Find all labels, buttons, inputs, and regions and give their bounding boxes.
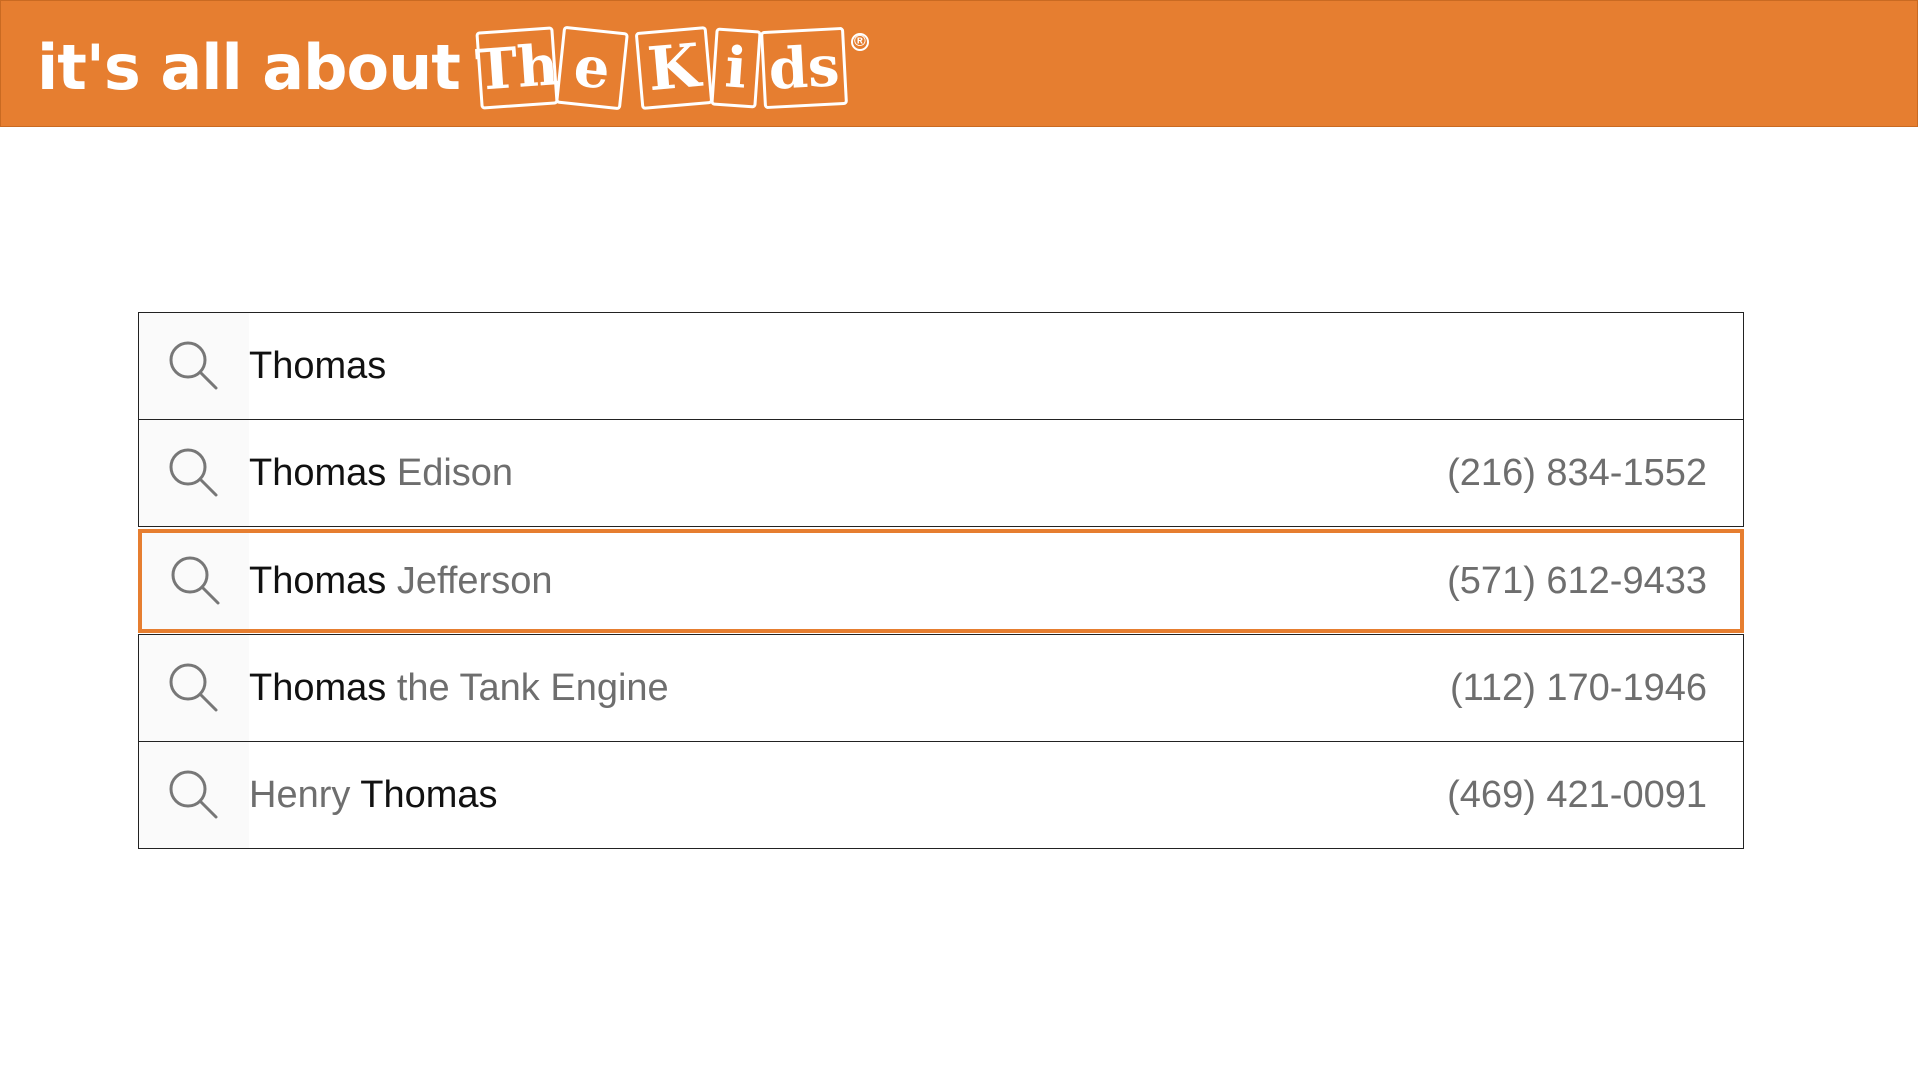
registered-mark: ® [850, 33, 869, 51]
search-bar[interactable]: Thomas [138, 312, 1744, 420]
search-icon [139, 313, 249, 419]
search-icon [139, 420, 249, 526]
search-result-row[interactable]: Henry Thomas (469) 421-0091 [138, 741, 1744, 849]
result-last-name: Edison [396, 451, 514, 494]
search-icon [139, 635, 249, 741]
brand-tile-th: Th [474, 26, 560, 110]
result-first-name: Thomas [249, 559, 387, 602]
brand-tile-ds: ds [759, 26, 848, 110]
brand-tile-i: i [710, 27, 762, 109]
result-phone: (112) 170-1946 [1449, 666, 1707, 709]
brand-tile-k: K [634, 26, 714, 110]
brand-logo[interactable]: it's all about Th e K i ds ® [37, 13, 869, 123]
result-name: Thomas the Tank Engine [249, 667, 669, 710]
result-phone: (216) 834-1552 [1447, 451, 1707, 494]
result-last-name: the Tank Engine [396, 666, 669, 709]
search-panel: Thomas Thomas Edison (216) 834-1552 Thom… [138, 312, 1744, 849]
brand-tagline: it's all about [37, 31, 461, 104]
search-result-row-selected[interactable]: Thomas Jefferson (571) 612-9433 [138, 529, 1744, 633]
search-result-row[interactable]: Thomas the Tank Engine (112) 170-1946 [138, 634, 1744, 742]
result-first-name: Henry [249, 773, 351, 816]
search-icon [139, 742, 249, 848]
result-first-name: Thomas [249, 451, 387, 494]
result-phone: (571) 612-9433 [1447, 559, 1707, 602]
result-name: Henry Thomas [249, 774, 498, 817]
brand-tile-e: e [554, 25, 629, 111]
search-input[interactable]: Thomas [249, 345, 386, 388]
result-name: Thomas Edison [249, 452, 513, 495]
result-first-name: Thomas [249, 666, 387, 709]
search-result-row[interactable]: Thomas Edison (216) 834-1552 [138, 419, 1744, 527]
search-icon [142, 533, 249, 629]
result-last-name: Thomas [360, 773, 498, 816]
brand-tiles: Th e K i ds ® [474, 25, 869, 111]
result-last-name: Jefferson [396, 559, 553, 602]
result-phone: (469) 421-0091 [1447, 773, 1707, 816]
result-name: Thomas Jefferson [249, 560, 552, 603]
app-header: it's all about Th e K i ds ® [0, 0, 1918, 127]
